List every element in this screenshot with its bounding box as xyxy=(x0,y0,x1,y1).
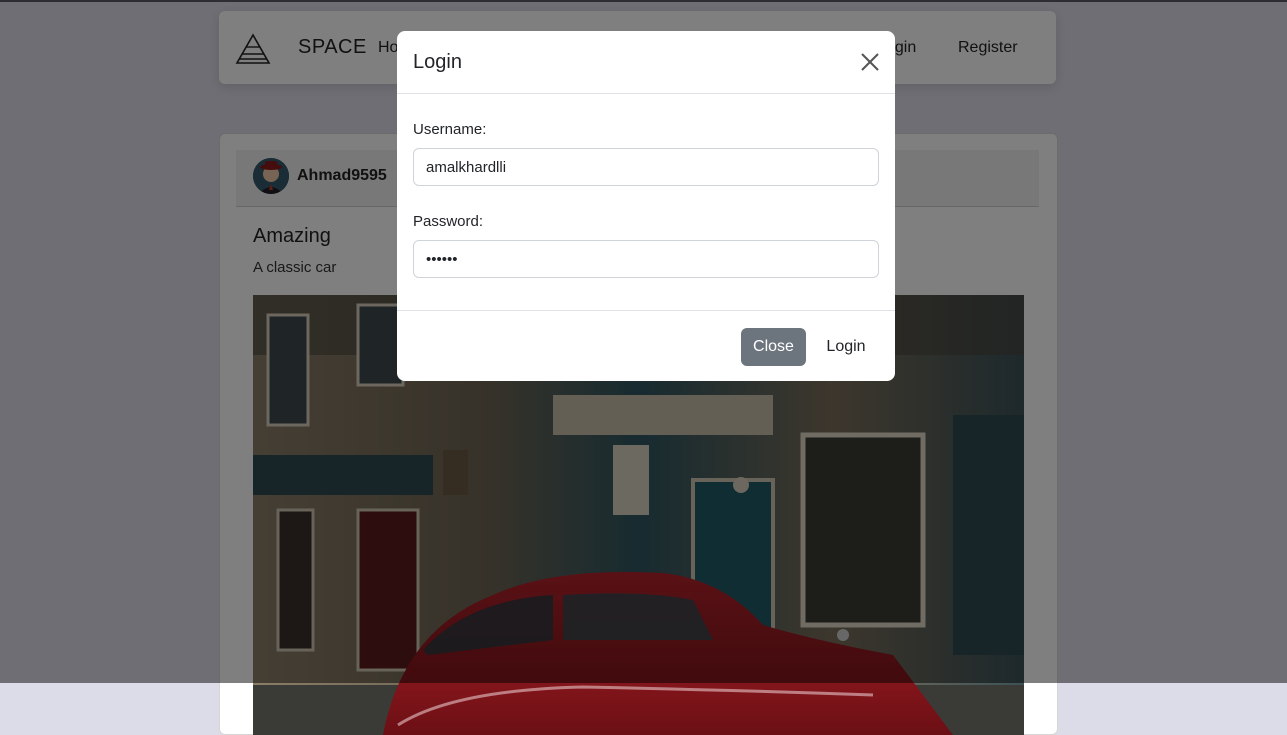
close-icon[interactable] xyxy=(859,51,881,73)
username-input[interactable] xyxy=(413,148,879,186)
login-button[interactable]: Login xyxy=(815,328,877,366)
modal-footer: Close Login xyxy=(397,310,895,381)
login-modal: Login Username: Password: Close Login xyxy=(397,31,895,381)
modal-title: Login xyxy=(413,51,462,73)
close-button[interactable]: Close xyxy=(741,328,806,366)
password-label: Password: xyxy=(413,213,484,230)
password-input[interactable] xyxy=(413,240,879,278)
modal-header: Login xyxy=(397,31,895,94)
username-label: Username: xyxy=(413,121,487,138)
